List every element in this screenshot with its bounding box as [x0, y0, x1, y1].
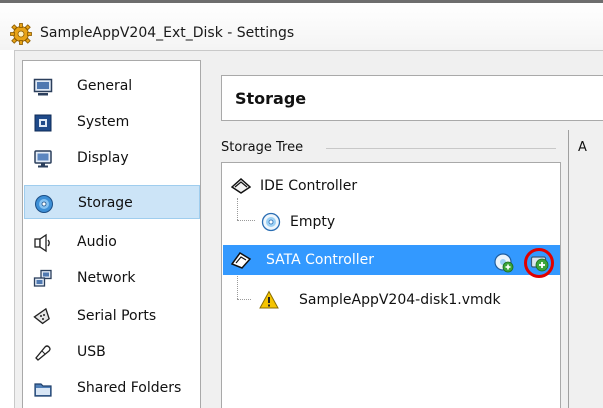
tree-item-sata-disk[interactable]: SampleAppV204-disk1.vmdk — [222, 285, 560, 315]
sidebar-item-label: Display — [77, 150, 129, 166]
settings-sidebar: General System Display Storage Audio Net… — [22, 60, 201, 408]
sidebar-item-shared-folders[interactable]: Shared Folders — [24, 371, 200, 405]
audio-speaker-icon — [34, 233, 50, 253]
network-icon — [33, 269, 52, 287]
serial-port-icon — [33, 307, 50, 325]
gear-icon — [10, 23, 32, 45]
sidebar-item-label: Network — [77, 270, 136, 286]
display-monitor-icon — [34, 150, 52, 168]
sidebar-item-storage[interactable]: Storage — [24, 185, 200, 219]
sidebar-item-label: System — [77, 114, 130, 130]
sidebar-item-general[interactable]: General — [24, 69, 200, 103]
add-optical-drive-icon[interactable] — [494, 253, 514, 273]
highlight-ring — [524, 248, 554, 278]
pane-splitter[interactable] — [568, 130, 569, 408]
warning-icon — [259, 290, 279, 309]
window-title: SampleAppV204_Ext_Disk - Settings — [40, 25, 295, 41]
sidebar-item-system[interactable]: System — [24, 105, 200, 139]
storage-tree-label: Storage Tree — [221, 140, 304, 155]
optical-disc-icon — [261, 212, 281, 232]
usb-icon — [35, 345, 51, 361]
storage-disk-icon — [35, 195, 53, 213]
tree-item-label: SATA Controller — [266, 252, 374, 268]
tree-item-ide-controller[interactable]: IDE Controller — [222, 171, 560, 201]
sidebar-item-serial-ports[interactable]: Serial Ports — [24, 299, 200, 333]
sidebar-item-label: USB — [77, 344, 106, 360]
attributes-label: A — [578, 140, 587, 155]
sidebar-item-network[interactable]: Network — [24, 261, 200, 295]
tree-item-label: IDE Controller — [260, 178, 358, 194]
sidebar-item-audio[interactable]: Audio — [24, 225, 200, 259]
page-title: Storage — [235, 89, 307, 108]
sidebar-item-usb[interactable]: USB — [24, 335, 200, 369]
system-chip-icon — [34, 114, 52, 132]
tree-item-label: SampleAppV204-disk1.vmdk — [299, 292, 501, 308]
sidebar-item-label: General — [77, 78, 133, 94]
sidebar-item-label: Audio — [77, 234, 117, 250]
sata-controller-icon — [231, 252, 251, 269]
sidebar-item-label: Storage — [78, 195, 133, 211]
sidebar-item-label: Serial Ports — [77, 308, 157, 324]
page-header: Storage — [221, 75, 603, 121]
sidebar-item-label: Shared Folders — [77, 380, 182, 396]
group-divider — [326, 148, 556, 149]
storage-tree[interactable]: IDE Controller Empty SATA Controller Sam… — [221, 162, 561, 408]
title-bar[interactable]: SampleAppV204_Ext_Disk - Settings — [0, 3, 603, 50]
tree-item-empty-drive[interactable]: Empty — [222, 207, 560, 237]
ide-controller-icon — [231, 177, 251, 194]
sidebar-item-display[interactable]: Display — [24, 141, 200, 175]
folder-icon — [34, 383, 52, 397]
tree-item-label: Empty — [290, 214, 336, 230]
general-icon — [33, 78, 53, 96]
